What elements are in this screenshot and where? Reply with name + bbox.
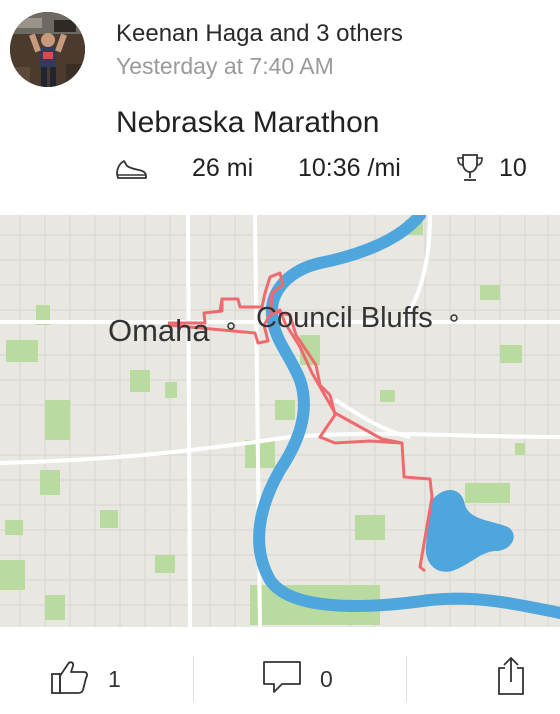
comment-count: 0 xyxy=(320,666,333,692)
trophy-icon xyxy=(455,152,485,191)
map-label-council-bluffs: Council Bluffs xyxy=(256,302,433,334)
map-label-omaha: Omaha xyxy=(108,313,210,348)
activity-timestamp: Yesterday at 7:40 AM xyxy=(116,53,334,79)
share-icon xyxy=(496,656,526,701)
comment-button[interactable]: 0 xyxy=(250,628,370,714)
missouri-river xyxy=(253,215,560,619)
map-canvas: Omaha Council Bluffs xyxy=(0,215,560,627)
kudos-count: 1 xyxy=(108,666,121,692)
avatar-image xyxy=(10,12,85,87)
activity-stats: 26 mi 10:36 /mi 10 xyxy=(0,150,560,190)
shoe-icon xyxy=(114,156,148,189)
athlete-names[interactable]: Keenan Haga and 3 others xyxy=(116,20,403,48)
thumbs-up-icon xyxy=(50,658,90,701)
activity-header: Keenan Haga and 3 others Yesterday at 7:… xyxy=(0,0,560,100)
action-divider xyxy=(406,656,407,702)
share-button[interactable] xyxy=(480,628,540,714)
activity-title[interactable]: Nebraska Marathon xyxy=(116,106,379,140)
pace-value: 10:36 /mi xyxy=(298,154,401,182)
comment-icon xyxy=(262,660,304,701)
distance-value: 26 mi xyxy=(192,154,254,182)
achievement-count: 10 xyxy=(499,154,527,182)
actions-bar: 1 0 xyxy=(0,628,560,714)
avatar[interactable] xyxy=(10,12,85,87)
action-divider xyxy=(193,656,194,702)
kudos-button[interactable]: 1 xyxy=(40,628,160,714)
route-map[interactable]: Omaha Council Bluffs xyxy=(0,215,560,627)
